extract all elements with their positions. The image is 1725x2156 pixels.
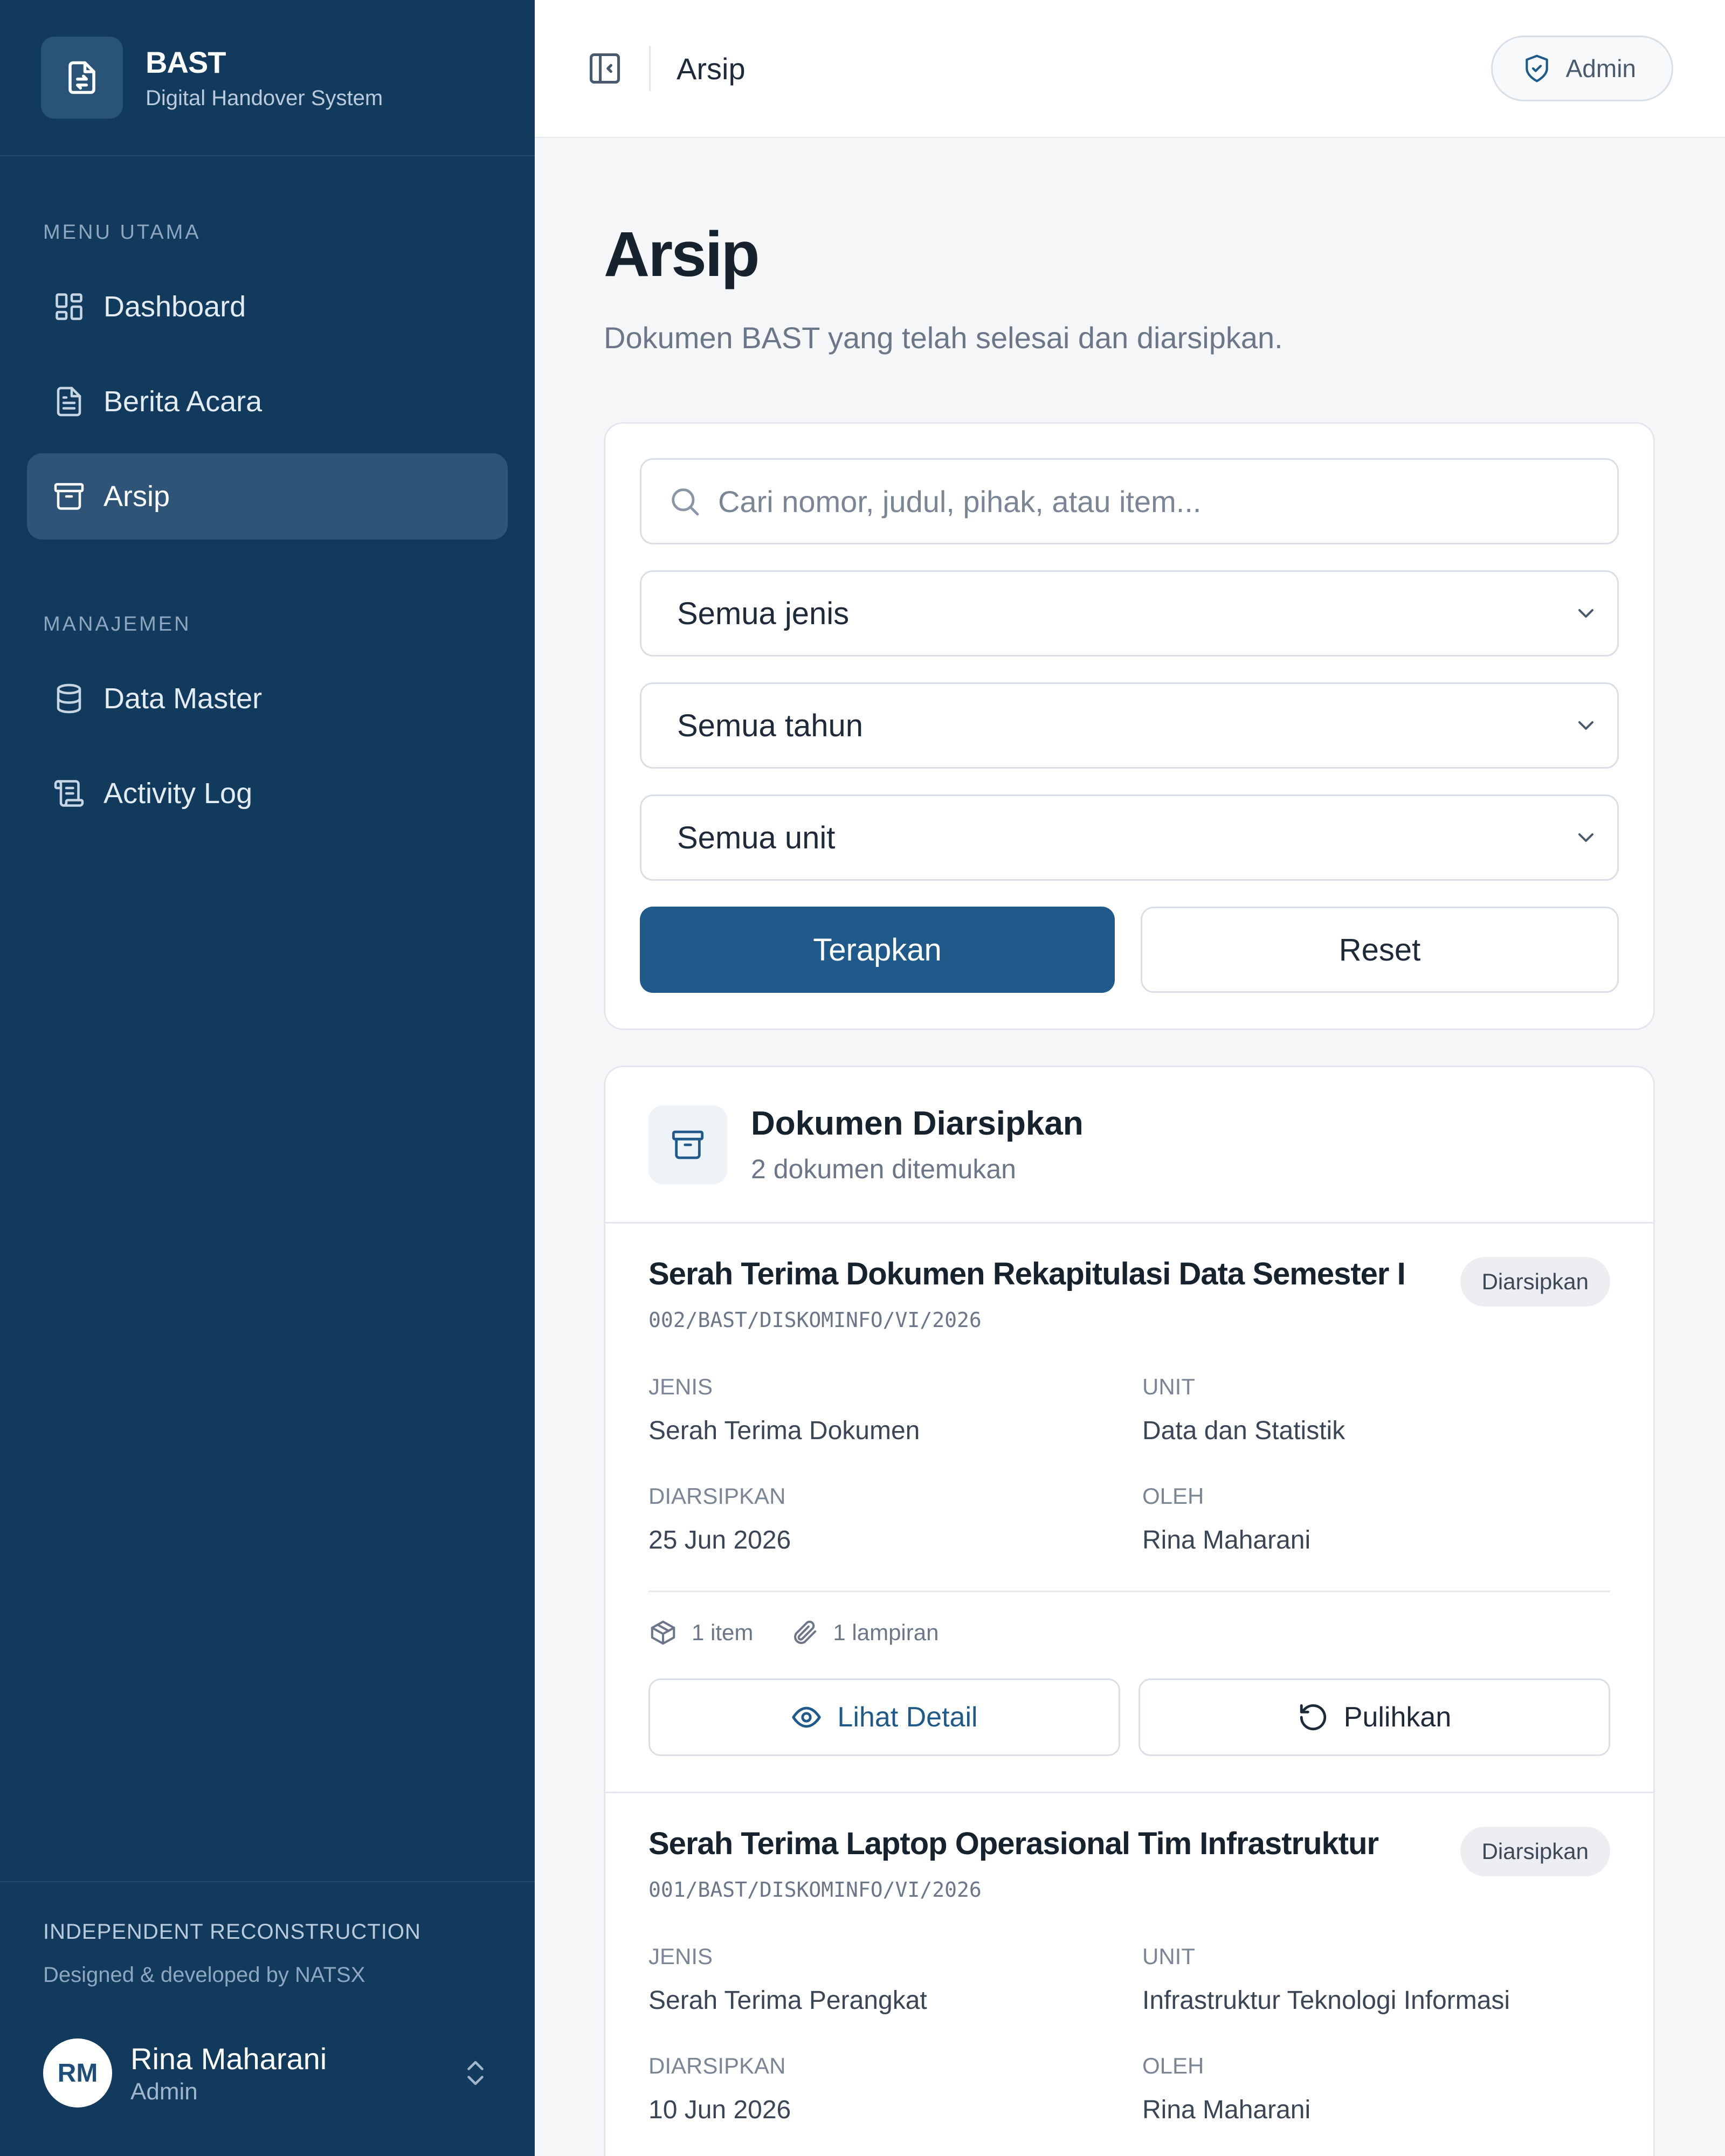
archive-icon xyxy=(53,480,85,513)
search-input[interactable]: Cari nomor, judul, pihak, atau item... xyxy=(640,458,1619,544)
field-value-by: Rina Maharani xyxy=(1142,2096,1311,2124)
field-label-by: OLEH xyxy=(1142,1483,1204,1509)
status-badge: Diarsipkan xyxy=(1460,1827,1610,1876)
user-name: Rina Maharani xyxy=(130,2041,327,2076)
dashboard-icon xyxy=(53,291,85,323)
field-label-archived: DIARSIPKAN xyxy=(648,1483,786,1509)
restore-button[interactable]: Pulihkan xyxy=(1138,1678,1610,1756)
field-value-unit: Data dan Statistik xyxy=(1142,1416,1346,1445)
field-label-by: OLEH xyxy=(1142,2053,1204,2078)
divider xyxy=(648,1591,1610,1592)
brand-logo-icon xyxy=(41,37,123,119)
type-select-value: Semua jenis xyxy=(677,596,850,631)
document-item: Serah Terima Laptop Operasional Tim Infr… xyxy=(605,1793,1653,2156)
chevron-down-icon xyxy=(1573,825,1599,851)
credit-title: INDEPENDENT RECONSTRUCTION xyxy=(43,1920,421,1944)
role-label: Admin xyxy=(1565,54,1636,82)
search-icon xyxy=(667,484,702,519)
nav-section-manage: MANAJEMEN xyxy=(43,613,191,635)
main-area: Arsip Admin Arsip Dokumen BAST yang tela… xyxy=(535,0,1725,2156)
chevrons-up-down-icon xyxy=(459,2057,492,2089)
chevron-down-icon xyxy=(1573,713,1599,738)
filter-card: Cari nomor, judul, pihak, atau item... S… xyxy=(604,422,1655,1030)
list-header: Dokumen Diarsipkan 2 dokumen ditemukan xyxy=(605,1067,1653,1224)
archive-list-card: Dokumen Diarsipkan 2 dokumen ditemukan S… xyxy=(604,1066,1655,2156)
field-value-by: Rina Maharani xyxy=(1142,1526,1311,1554)
brand-subtitle: Digital Handover System xyxy=(146,86,383,110)
app-root: BAST Digital Handover System MENU UTAMA … xyxy=(0,0,1725,2156)
view-detail-label: Lihat Detail xyxy=(837,1702,978,1733)
content: Arsip Dokumen BAST yang telah selesai da… xyxy=(535,218,1725,2156)
unit-select[interactable]: Semua unit xyxy=(640,794,1619,881)
field-label-type: JENIS xyxy=(648,1944,713,1969)
item-count: 1 item xyxy=(692,1620,754,1645)
brand[interactable]: BAST Digital Handover System xyxy=(0,0,535,156)
type-select[interactable]: Semua jenis xyxy=(640,570,1619,657)
credit-subtitle: Designed & developed by NATSX xyxy=(43,1963,365,1987)
sidebar-item-label: Data Master xyxy=(104,682,263,715)
topbar-divider xyxy=(649,46,651,91)
field-value-archived: 10 Jun 2026 xyxy=(648,2096,791,2124)
document-number: 002/BAST/DISKOMINFO/VI/2026 xyxy=(648,1308,982,1332)
sidebar-item-label: Activity Log xyxy=(104,777,253,810)
sidebar-item-label: Berita Acara xyxy=(104,385,263,418)
year-select[interactable]: Semua tahun xyxy=(640,682,1619,769)
rotate-ccw-icon xyxy=(1298,1702,1329,1733)
document-item: Serah Terima Dokumen Rekapitulasi Data S… xyxy=(605,1224,1653,1793)
field-value-archived: 25 Jun 2026 xyxy=(648,1526,791,1554)
sidebar-item-data-master[interactable]: Data Master xyxy=(27,655,508,742)
shield-check-icon xyxy=(1522,53,1552,84)
sidebar-item-arsip[interactable]: Arsip xyxy=(27,453,508,540)
list-count: 2 dokumen ditemukan xyxy=(751,1154,1016,1184)
field-value-type: Serah Terima Dokumen xyxy=(648,1416,920,1445)
sidebar-toggle-icon[interactable] xyxy=(586,50,623,87)
view-detail-button[interactable]: Lihat Detail xyxy=(648,1678,1120,1756)
field-value-type: Serah Terima Perangkat xyxy=(648,1986,927,2015)
sidebar: BAST Digital Handover System MENU UTAMA … xyxy=(0,0,535,2156)
document-title[interactable]: Serah Terima Dokumen Rekapitulasi Data S… xyxy=(648,1256,1460,1292)
status-badge: Diarsipkan xyxy=(1460,1257,1610,1307)
reset-button[interactable]: Reset xyxy=(1141,907,1619,993)
field-label-type: JENIS xyxy=(648,1374,713,1399)
apply-button[interactable]: Terapkan xyxy=(640,907,1115,993)
topbar-title: Arsip xyxy=(677,51,746,86)
sidebar-footer: INDEPENDENT RECONSTRUCTION Designed & de… xyxy=(0,1881,535,2156)
database-icon xyxy=(53,682,85,715)
role-badge[interactable]: Admin xyxy=(1491,36,1673,101)
field-label-unit: UNIT xyxy=(1142,1944,1195,1969)
archive-icon xyxy=(648,1105,727,1184)
field-label-archived: DIARSIPKAN xyxy=(648,2053,786,2078)
nav-section-main: MENU UTAMA xyxy=(43,221,201,244)
sidebar-item-berita-acara[interactable]: Berita Acara xyxy=(27,358,508,445)
brand-title: BAST xyxy=(146,45,226,79)
chevron-down-icon xyxy=(1573,600,1599,626)
restore-label: Pulihkan xyxy=(1343,1702,1452,1733)
sidebar-item-label: Dashboard xyxy=(104,291,246,323)
unit-select-value: Semua unit xyxy=(677,820,836,855)
paperclip-icon xyxy=(790,1618,819,1647)
field-value-unit: Infrastruktur Teknologi Informasi xyxy=(1142,1986,1510,2015)
sidebar-item-label: Arsip xyxy=(104,480,170,513)
scroll-icon xyxy=(53,777,85,810)
search-placeholder: Cari nomor, judul, pihak, atau item... xyxy=(718,484,1202,519)
sidebar-item-dashboard[interactable]: Dashboard xyxy=(27,264,508,350)
sidebar-item-activity-log[interactable]: Activity Log xyxy=(27,750,508,837)
user-role: Admin xyxy=(130,2078,198,2105)
document-icon xyxy=(53,385,85,418)
page-title: Arsip xyxy=(604,219,760,290)
document-title[interactable]: Serah Terima Laptop Operasional Tim Infr… xyxy=(648,1826,1460,1862)
eye-icon xyxy=(791,1702,822,1733)
user-menu[interactable]: RM Rina Maharani Admin xyxy=(43,2037,492,2109)
package-icon xyxy=(648,1618,678,1647)
document-number: 001/BAST/DISKOMINFO/VI/2026 xyxy=(648,1878,982,1902)
year-select-value: Semua tahun xyxy=(677,708,864,743)
avatar: RM xyxy=(43,2038,112,2107)
page-subtitle: Dokumen BAST yang telah selesai dan diar… xyxy=(604,321,1283,355)
field-label-unit: UNIT xyxy=(1142,1374,1195,1399)
attachment-count: 1 lampiran xyxy=(833,1620,939,1645)
list-title: Dokumen Diarsipkan xyxy=(751,1105,1084,1142)
topbar: Arsip Admin xyxy=(535,0,1725,138)
